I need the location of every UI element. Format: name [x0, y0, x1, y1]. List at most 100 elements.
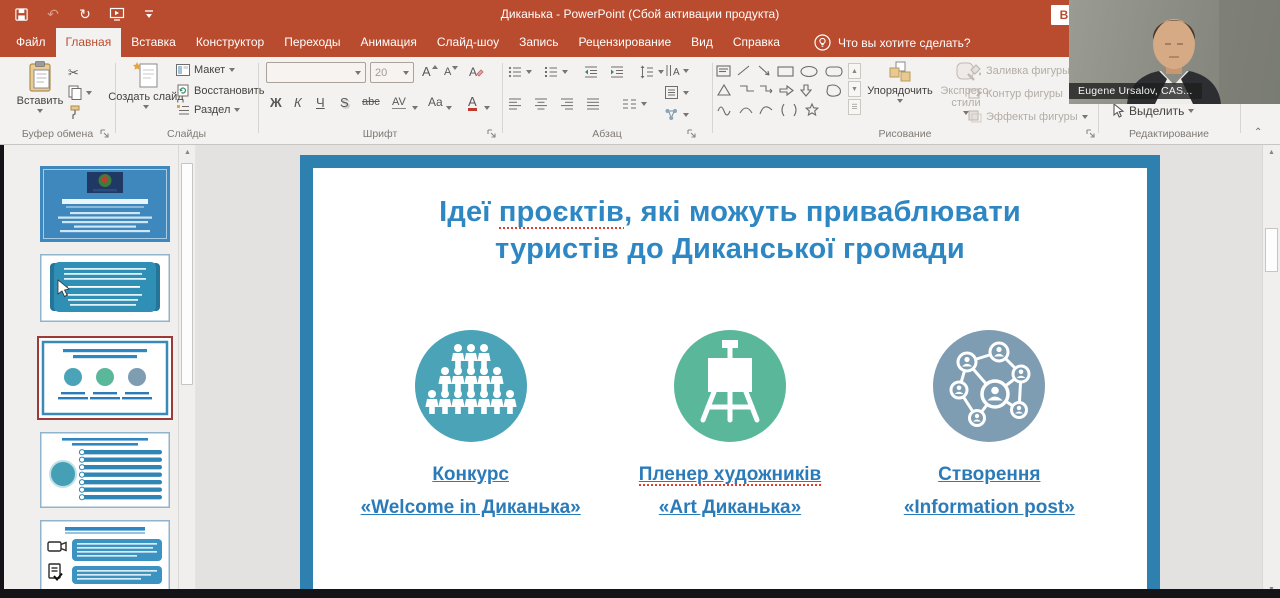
slide-thumbnail-5[interactable]	[40, 520, 170, 592]
font-color-caret[interactable]	[484, 98, 490, 113]
reset-button[interactable]: Восстановить	[176, 84, 264, 97]
chevron-down-icon	[562, 70, 568, 74]
item-subtitle-link[interactable]: «Welcome in Диканька»	[341, 497, 600, 519]
italic-button[interactable]: К	[294, 95, 302, 110]
shapes-gallery[interactable]	[716, 63, 844, 119]
shape-effects-button[interactable]: Эффекты фигуры	[968, 110, 1088, 123]
underline-button[interactable]: Ч	[316, 95, 325, 110]
slide-editing-area[interactable]: Ідеї проєктів, які можуть приваблювати т…	[300, 155, 1160, 598]
tab-animations[interactable]: Анимация	[351, 28, 427, 57]
shapes-more-button[interactable]: ☰	[848, 99, 861, 115]
clear-formatting-button[interactable]: A	[468, 64, 484, 82]
slide-thumbnail-4[interactable]	[40, 432, 170, 508]
crowd-icon[interactable]	[415, 330, 527, 442]
font-group-label: Шрифт	[258, 128, 502, 140]
tab-transitions[interactable]: Переходы	[274, 28, 350, 57]
clipboard-group-label: Буфер обмена	[0, 128, 115, 140]
slide-item-plein-air[interactable]: Пленер художників «Art Диканька»	[600, 330, 859, 519]
tab-file[interactable]: Файл	[6, 28, 56, 57]
decrease-indent-button[interactable]	[584, 65, 598, 79]
character-spacing-caret[interactable]	[412, 98, 418, 113]
slide-item-info-post[interactable]: Створення «Information post»	[860, 330, 1119, 519]
slide-thumbnail-2[interactable]	[40, 254, 170, 322]
slide-item-contest[interactable]: Конкурс «Welcome in Диканька»	[341, 330, 600, 519]
network-icon[interactable]	[933, 330, 1045, 442]
webcam-overlay[interactable]: Eugene Ursalov, CAS...	[1069, 0, 1280, 104]
tell-me-search[interactable]: Что вы хотите сделать?	[814, 28, 971, 57]
columns-button[interactable]	[622, 97, 647, 111]
font-color-button[interactable]: А	[468, 95, 477, 111]
easel-icon[interactable]	[674, 330, 786, 442]
strikethrough-button[interactable]: abc	[362, 96, 380, 108]
slide-thumbnail-1[interactable]	[40, 166, 170, 242]
collapse-ribbon-button[interactable]: ⌃	[1254, 127, 1262, 138]
shape-fill-button[interactable]: Заливка фигуры	[968, 64, 1070, 77]
scrollbar-thumb[interactable]	[1265, 228, 1278, 272]
section-button[interactable]: Раздел	[176, 104, 240, 116]
convert-smartart-button[interactable]	[664, 107, 689, 122]
select-button[interactable]: Выделить	[1112, 103, 1194, 118]
thumbnail-scrollbar[interactable]: ▲	[178, 145, 195, 598]
slide-thumbnail-3-selected[interactable]	[39, 338, 171, 418]
format-painter-button[interactable]	[68, 105, 82, 120]
vertical-scrollbar[interactable]: ▲ ▼	[1262, 145, 1280, 598]
increase-indent-button[interactable]	[610, 65, 624, 79]
tab-view[interactable]: Вид	[681, 28, 723, 57]
tab-record[interactable]: Запись	[509, 28, 568, 57]
caret-up-icon	[432, 65, 438, 69]
new-slide-icon	[133, 61, 159, 89]
change-case-caret[interactable]	[446, 98, 452, 113]
change-case-button[interactable]: Aa	[428, 95, 443, 109]
tab-design[interactable]: Конструктор	[186, 28, 274, 57]
shapes-scroll-up[interactable]: ▲	[848, 63, 861, 79]
item-subtitle-link[interactable]: «Information post»	[860, 497, 1119, 519]
paste-button[interactable]: Вставить	[12, 61, 68, 113]
slide-title[interactable]: Ідеї проєктів, які можуть приваблювати т…	[313, 194, 1147, 268]
clipboard-dialog-launcher[interactable]	[100, 129, 110, 139]
scroll-up-arrow[interactable]: ▲	[179, 145, 196, 161]
layout-button[interactable]: Макет	[176, 64, 235, 76]
item-title-link[interactable]: Пленер художників	[600, 464, 859, 486]
text-shadow-button[interactable]: S	[340, 95, 349, 110]
cut-button[interactable]: ✂	[68, 65, 79, 81]
font-dialog-launcher[interactable]	[487, 129, 497, 139]
line-spacing-button[interactable]	[640, 65, 664, 79]
align-center-button[interactable]	[534, 97, 548, 111]
chevron-down-icon	[484, 106, 490, 110]
tab-insert[interactable]: Вставка	[121, 28, 186, 57]
bold-button[interactable]: Ж	[270, 95, 282, 110]
align-left-button[interactable]	[508, 97, 522, 111]
item-title-link[interactable]: Конкурс	[341, 464, 600, 486]
shapes-scroll-down[interactable]: ▼	[848, 81, 861, 97]
chevron-down-icon	[897, 99, 903, 103]
new-slide-button[interactable]: Создать слайд	[120, 61, 172, 109]
font-size-combobox[interactable]: 20	[370, 62, 414, 83]
item-subtitle-link[interactable]: «Art Диканька»	[600, 497, 859, 519]
caret-down-icon	[452, 66, 458, 70]
arrange-button[interactable]: Упорядочить	[864, 61, 936, 103]
shape-outline-button[interactable]: Контур фигуры	[968, 87, 1063, 100]
shrink-font-button[interactable]: А	[444, 66, 458, 78]
align-text-button[interactable]	[664, 85, 689, 100]
item-title-link[interactable]: Створення	[860, 464, 1119, 486]
tab-help[interactable]: Справка	[723, 28, 790, 57]
tab-slideshow[interactable]: Слайд-шоу	[427, 28, 509, 57]
paragraph-dialog-launcher[interactable]	[687, 129, 697, 139]
tab-home[interactable]: Главная	[56, 28, 122, 57]
justify-button[interactable]	[586, 97, 600, 111]
grow-font-button[interactable]: А	[422, 64, 438, 79]
scrollbar-thumb[interactable]	[181, 163, 193, 385]
select-cursor-icon	[1112, 103, 1125, 118]
text-direction-button[interactable]: A	[664, 63, 689, 78]
drawing-dialog-launcher[interactable]	[1086, 129, 1096, 139]
copy-button[interactable]	[68, 85, 92, 100]
tab-review[interactable]: Рецензирование	[568, 28, 681, 57]
align-right-button[interactable]	[560, 97, 574, 111]
character-spacing-button[interactable]: AV	[392, 96, 406, 109]
numbering-button[interactable]	[544, 65, 568, 79]
text-direction-icon: A	[664, 63, 679, 78]
scroll-up-arrow[interactable]: ▲	[1263, 145, 1280, 161]
font-name-combobox[interactable]	[266, 62, 366, 83]
reset-label: Восстановить	[194, 85, 264, 97]
bullets-button[interactable]	[508, 65, 532, 79]
